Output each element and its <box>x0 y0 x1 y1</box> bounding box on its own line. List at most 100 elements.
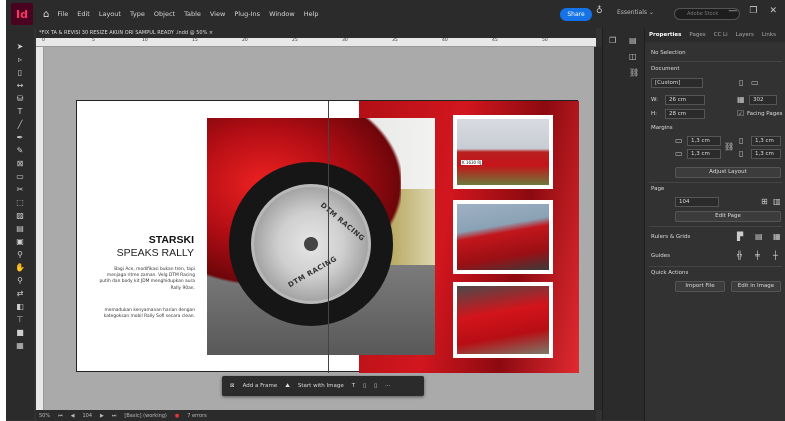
pen-tool-icon[interactable]: ✒ <box>14 133 26 143</box>
add-page-icon[interactable]: ⊞ <box>761 197 768 206</box>
document-tab[interactable]: *FIX TA & REVISI 30 RESIZE AKUN ORI SAMP… <box>36 28 596 38</box>
next-page-icon[interactable]: ▶ <box>100 413 104 419</box>
menu-table[interactable]: Table <box>184 10 201 18</box>
horizontal-ruler[interactable]: 0 5 10 15 20 25 30 35 40 45 50 <box>36 38 596 47</box>
cc-libraries-icon[interactable]: ◫ <box>629 52 637 61</box>
menu-help[interactable]: Help <box>304 10 319 18</box>
pages-panel-icon[interactable]: ❒ <box>609 36 616 45</box>
first-page-icon[interactable]: ⏮ <box>58 413 63 419</box>
menu-plugins[interactable]: Plug-Ins <box>234 10 260 18</box>
home-icon[interactable]: ⌂ <box>43 9 49 20</box>
document-preset-select[interactable]: [Custom] <box>651 78 703 88</box>
maximize-button[interactable]: ❐ <box>749 6 757 16</box>
tab-properties[interactable]: Properties <box>645 32 685 38</box>
import-file-button[interactable]: Import File <box>675 281 725 292</box>
menu-file[interactable]: File <box>57 10 68 18</box>
close-button[interactable]: ✕ <box>769 6 777 16</box>
scissors-icon[interactable]: ✂ <box>14 185 26 195</box>
margin-bottom-field[interactable]: 1,3 cm <box>687 149 721 159</box>
menu-layout[interactable]: Layout <box>99 10 121 18</box>
baseline-grid-icon[interactable]: ▤ <box>755 232 763 241</box>
photo-frame-1[interactable]: K 1630 RJ <box>453 115 553 189</box>
article-subheading[interactable]: SPEAKS RALLY <box>77 247 194 259</box>
delete-page-icon[interactable]: ▥ <box>773 197 781 206</box>
pasteboard[interactable]: DTM RACING DTM RACING K 1630 RJ STARSKI … <box>44 47 594 410</box>
menu-object[interactable]: Object <box>154 10 175 18</box>
facing-pages-checkbox[interactable]: ☑ <box>737 109 744 118</box>
spread[interactable]: DTM RACING DTM RACING K 1630 RJ STARSKI … <box>76 100 579 373</box>
more-icon[interactable]: ··· <box>385 383 390 389</box>
doc-icon[interactable]: ▯ <box>363 383 366 389</box>
tab-layers[interactable]: Layers <box>732 32 758 38</box>
margin-inside-field[interactable]: 1,3 cm <box>751 136 781 146</box>
layers-panel-icon[interactable]: ▤ <box>629 36 637 45</box>
formatting-icon[interactable]: ⊤ <box>14 315 26 325</box>
page-tool-icon[interactable]: ▯ <box>14 68 26 78</box>
line-tool-icon[interactable]: ╱ <box>14 120 26 130</box>
selection-tool-icon[interactable]: ➤ <box>14 42 26 52</box>
main-wheel-photo[interactable]: DTM RACING DTM RACING <box>207 118 435 355</box>
chain-link-icon[interactable]: ⛓ <box>724 142 734 151</box>
hand-tool-icon[interactable]: ✋ <box>14 263 26 273</box>
links-panel-icon[interactable]: ⛓ <box>629 68 639 77</box>
edit-in-image-button[interactable]: Edit in Image <box>731 281 781 292</box>
menu-view[interactable]: View <box>210 10 225 18</box>
text-icon[interactable]: T <box>352 383 355 389</box>
vertical-scrollbar[interactable] <box>594 47 602 410</box>
width-field[interactable]: 26 cm <box>665 95 705 105</box>
rulers-icon[interactable]: ▛ <box>737 232 743 241</box>
vertical-ruler[interactable] <box>36 47 44 410</box>
zoom-level[interactable]: 50% <box>39 413 50 419</box>
zoom-tool-icon[interactable]: ⚲ <box>14 276 26 286</box>
adjust-layout-button[interactable]: Adjust Layout <box>675 167 781 178</box>
body-text-2[interactable]: memadukan kenyamanan harian dengan kateg… <box>99 308 195 320</box>
tab-links[interactable]: Links <box>758 32 780 38</box>
photo-frame-3[interactable] <box>453 282 553 358</box>
minimize-button[interactable]: — <box>728 6 737 16</box>
pages-count-field[interactable]: 302 <box>749 95 777 105</box>
eyedropper-icon[interactable]: ⚲ <box>14 250 26 260</box>
rectangle-frame-icon[interactable]: ⊠ <box>14 159 26 169</box>
apply-color-icon[interactable]: ■ <box>14 328 26 338</box>
tab-cc-libraries[interactable]: CC Li <box>710 32 732 38</box>
type-tool-icon[interactable]: T <box>14 107 26 117</box>
height-field[interactable]: 28 cm <box>665 109 705 119</box>
preflight-profile[interactable]: [Basic] (working) <box>124 413 166 419</box>
gap-tool-icon[interactable]: ↔ <box>14 81 26 91</box>
menu-type[interactable]: Type <box>130 10 145 18</box>
margin-top-field[interactable]: 1,3 cm <box>687 136 721 146</box>
workspace-switcher[interactable]: Essentials ⌄ <box>617 9 654 16</box>
preflight-errors[interactable]: 7 errors <box>187 413 206 419</box>
landscape-icon[interactable]: ▭ <box>751 78 759 87</box>
lightbulb-icon[interactable]: ♁ <box>596 6 603 16</box>
direct-selection-icon[interactable]: ▹ <box>14 55 26 65</box>
fill-stroke-icon[interactable]: ◧ <box>14 302 26 312</box>
replace-icon[interactable]: ▯ <box>374 383 377 389</box>
body-text-1[interactable]: Bagi Ace, modifikasi bukan tren, tapi me… <box>99 267 195 292</box>
menu-edit[interactable]: Edit <box>77 10 90 18</box>
edit-page-button[interactable]: Edit Page <box>675 211 781 222</box>
margin-outside-field[interactable]: 1,3 cm <box>751 149 781 159</box>
gradient-feather-icon[interactable]: ▤ <box>14 224 26 234</box>
pencil-tool-icon[interactable]: ✎ <box>14 146 26 156</box>
article-heading[interactable]: STARSKI <box>77 234 194 246</box>
content-collector-icon[interactable]: ⛁ <box>14 94 26 104</box>
share-button[interactable]: Share <box>560 8 592 21</box>
photo-frame-2[interactable] <box>453 200 553 274</box>
menu-window[interactable]: Window <box>269 10 295 18</box>
tab-pages[interactable]: Pages <box>685 32 709 38</box>
swap-colors-icon[interactable]: ⇄ <box>14 289 26 299</box>
prev-page-icon[interactable]: ◀ <box>71 413 75 419</box>
last-page-icon[interactable]: ⏭ <box>112 413 117 419</box>
start-with-image-button[interactable]: Start with Image <box>298 383 344 389</box>
rectangle-tool-icon[interactable]: ▭ <box>14 172 26 182</box>
page-number[interactable]: 104 <box>83 413 93 419</box>
smart-guides-icon[interactable]: ┼ <box>773 251 778 260</box>
note-icon[interactable]: ▣ <box>14 237 26 247</box>
lock-guides-icon[interactable]: ╪ <box>755 251 760 260</box>
show-guides-icon[interactable]: ╬ <box>737 251 742 260</box>
free-transform-icon[interactable]: ⬚ <box>14 198 26 208</box>
screen-mode-icon[interactable]: ▦ <box>14 341 26 351</box>
add-frame-button[interactable]: Add a Frame <box>243 383 278 389</box>
page-select[interactable]: 104 <box>675 197 719 207</box>
